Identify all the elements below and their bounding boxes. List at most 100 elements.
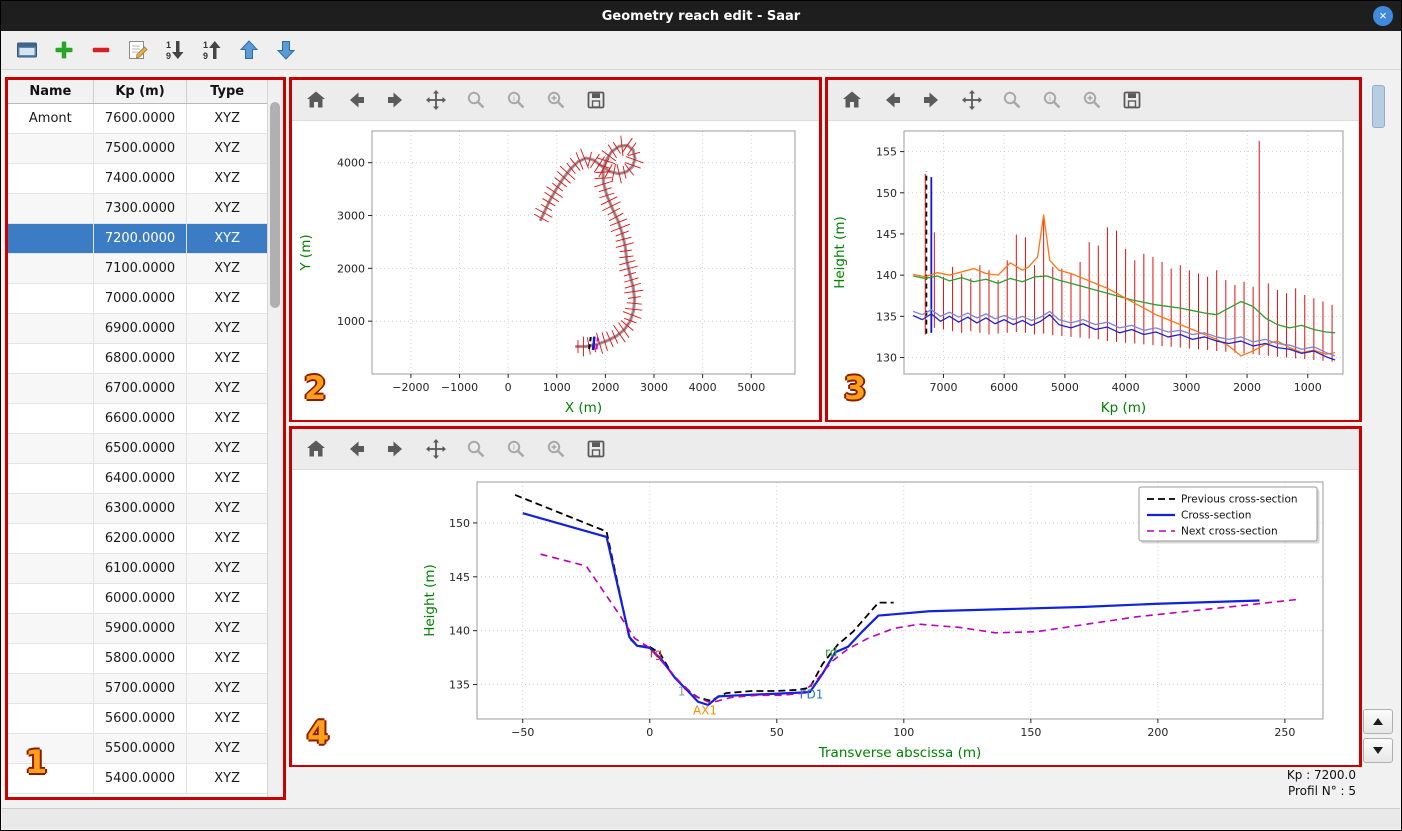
forward-button[interactable] — [918, 86, 946, 114]
table-row[interactable]: 6900.0000 XYZ — [8, 314, 267, 344]
table-cell-type: XYZ — [214, 441, 241, 456]
table-row[interactable]: 7300.0000 XYZ — [8, 194, 267, 224]
table-row[interactable]: 5800.0000 XYZ — [8, 644, 267, 674]
edit-button[interactable] — [124, 36, 152, 64]
table-row[interactable]: 6100.0000 XYZ — [8, 554, 267, 584]
sort-ascending-button[interactable]: 1 9 — [161, 36, 189, 64]
sort-descending-button[interactable]: 1 9 — [198, 36, 226, 64]
forward-button[interactable] — [382, 435, 410, 463]
back-icon — [350, 441, 364, 457]
annotation-badge-2: 2 — [304, 369, 327, 407]
table-row[interactable]: 7100.0000 XYZ — [8, 254, 267, 284]
pan-icon — [962, 90, 982, 110]
reach-table-body[interactable]: Amont 7600.0000 XYZ 7500.0000 XYZ 7400.0000 XY… — [8, 104, 267, 797]
table-cell-kp: 6500.0000 — [94, 434, 188, 463]
table-cell-type: XYZ — [214, 501, 241, 516]
column-header-type[interactable]: Type — [187, 80, 267, 103]
svg-text:145: 145 — [449, 571, 470, 584]
table-row[interactable]: 6700.0000 XYZ — [8, 374, 267, 404]
svg-text:FD1: FD1 — [800, 688, 824, 702]
table-cell-type: XYZ — [214, 381, 241, 396]
zoom-plus-button[interactable] — [1078, 86, 1106, 114]
table-cell-kp: 7400.0000 — [94, 164, 188, 193]
pan-button[interactable] — [422, 435, 450, 463]
table-cell-name: Amont — [8, 104, 94, 133]
longitudinal-plot-canvas[interactable]: 7000 6000 5000 4000 3000 2000 1000 130 135 140 145… — [828, 121, 1359, 420]
profile-up-button[interactable] — [1363, 709, 1393, 734]
pan-button[interactable] — [422, 86, 450, 114]
table-row[interactable]: 7000.0000 XYZ — [8, 284, 267, 314]
table-row[interactable]: 6800.0000 XYZ — [8, 344, 267, 374]
svg-text:3000: 3000 — [1172, 381, 1200, 394]
forward-button[interactable] — [382, 86, 410, 114]
save-button[interactable] — [1118, 86, 1146, 114]
home-button[interactable] — [302, 86, 330, 114]
table-row[interactable]: 5600.0000 XYZ — [8, 704, 267, 734]
close-icon: × — [1379, 8, 1387, 23]
svg-text:9: 9 — [203, 51, 208, 61]
svg-text:−1000: −1000 — [441, 381, 478, 394]
table-cell-type: XYZ — [214, 321, 241, 336]
table-cell-name — [8, 314, 94, 343]
table-scrollbar-thumb[interactable] — [270, 102, 280, 308]
save-button[interactable] — [582, 86, 610, 114]
table-row[interactable]: 5700.0000 XYZ — [8, 674, 267, 704]
move-up-button[interactable] — [235, 36, 263, 64]
table-row[interactable]: 6600.0000 XYZ — [8, 404, 267, 434]
table-row[interactable]: 6200.0000 XYZ — [8, 524, 267, 554]
pan-button[interactable] — [958, 86, 986, 114]
table-cell-name — [8, 704, 94, 733]
table-row[interactable]: 5900.0000 XYZ — [8, 614, 267, 644]
save-icon — [1123, 91, 1141, 109]
window-scrollbar-thumb[interactable] — [1372, 85, 1385, 128]
close-button[interactable]: × — [1373, 6, 1393, 26]
table-row[interactable]: 6000.0000 XYZ — [8, 584, 267, 614]
kp-value-label: Kp : 7200.0 — [1286, 768, 1356, 782]
zoom-plus-button[interactable] — [542, 86, 570, 114]
open-button[interactable] — [13, 36, 41, 64]
table-row[interactable]: 7500.0000 XYZ — [8, 134, 267, 164]
back-button[interactable] — [342, 435, 370, 463]
move-down-button[interactable] — [272, 36, 300, 64]
zoom-button[interactable] — [462, 86, 490, 114]
table-row[interactable]: 7400.0000 XYZ — [8, 164, 267, 194]
column-header-name[interactable]: Name — [8, 80, 94, 103]
table-row[interactable]: Amont 7600.0000 XYZ — [8, 104, 267, 134]
svg-text:i: i — [1049, 93, 1051, 103]
table-cell-name — [8, 764, 94, 793]
zoom-info-button[interactable]: i — [502, 86, 530, 114]
zoom-button[interactable] — [998, 86, 1026, 114]
save-button[interactable] — [582, 435, 610, 463]
home-button[interactable] — [302, 435, 330, 463]
table-cell-name — [8, 644, 94, 673]
app-window: Geometry reach edit - Saar × 1 9 1 9 Nam… — [0, 0, 1402, 831]
table-scrollbar[interactable] — [267, 80, 283, 797]
table-cell-name — [8, 674, 94, 703]
back-button[interactable] — [878, 86, 906, 114]
plan-plot-canvas[interactable]: −2000 −1000 0 1000 2000 3000 4000 5000 1000 2000 3… — [292, 121, 819, 420]
column-header-kp[interactable]: Kp (m) — [94, 80, 188, 103]
svg-text:1: 1 — [166, 40, 171, 50]
zoom-button[interactable] — [462, 435, 490, 463]
svg-text:135: 135 — [449, 679, 470, 692]
table-cell-type: XYZ — [214, 771, 241, 786]
remove-button[interactable] — [87, 36, 115, 64]
zoom-plus-button[interactable] — [542, 435, 570, 463]
add-button[interactable] — [50, 36, 78, 64]
home-button[interactable] — [838, 86, 866, 114]
cross-section-plot-canvas[interactable]: −50 0 50 100 150 200 250 135 140 145 150 Transverse… — [292, 470, 1359, 765]
svg-text:1000: 1000 — [543, 381, 571, 394]
table-cell-kp: 7200.0000 — [94, 224, 188, 253]
table-row[interactable]: 6400.0000 XYZ — [8, 464, 267, 494]
profile-down-button[interactable] — [1363, 738, 1393, 763]
back-button[interactable] — [342, 86, 370, 114]
zoom-info-button[interactable]: i — [502, 435, 530, 463]
table-cell-kp: 5500.0000 — [94, 734, 188, 763]
svg-text:0: 0 — [646, 726, 653, 739]
zoom-info-button[interactable]: i — [1038, 86, 1066, 114]
table-row[interactable]: 7200.0000 XYZ — [8, 224, 267, 254]
cross-section-list-panel: Name Kp (m) Type Amont 7600.0000 XYZ 7500.0… — [5, 77, 286, 800]
table-cell-name — [8, 404, 94, 433]
table-row[interactable]: 6300.0000 XYZ — [8, 494, 267, 524]
table-row[interactable]: 6500.0000 XYZ — [8, 434, 267, 464]
